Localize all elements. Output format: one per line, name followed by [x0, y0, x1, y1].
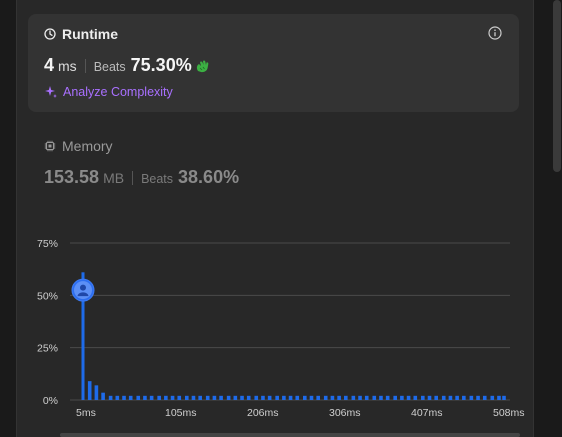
bar — [413, 395, 418, 400]
bar — [358, 395, 362, 400]
bar — [87, 381, 92, 400]
bar — [288, 395, 293, 400]
bar — [302, 395, 307, 400]
bar — [406, 395, 411, 400]
bar — [309, 395, 314, 400]
bar — [497, 395, 501, 400]
bar — [212, 395, 217, 400]
bar — [136, 395, 141, 400]
bar — [128, 395, 133, 400]
bar — [427, 395, 432, 400]
bar — [372, 395, 377, 400]
bar — [462, 395, 466, 400]
bar — [469, 395, 474, 400]
x-tick-label: 407ms — [411, 407, 443, 419]
bar — [421, 395, 425, 400]
bar — [226, 395, 231, 400]
horizontal-scrollbar[interactable] — [60, 433, 520, 437]
bar — [275, 395, 279, 400]
bar — [490, 395, 495, 400]
bar — [344, 395, 348, 400]
bar — [177, 395, 182, 400]
bar — [101, 392, 105, 400]
y-tick-label: 0% — [43, 395, 58, 407]
bar — [198, 395, 202, 400]
bar — [108, 395, 113, 400]
bar — [191, 395, 196, 400]
y-tick-label: 50% — [37, 290, 58, 302]
bar — [502, 395, 506, 400]
bar — [240, 395, 244, 400]
bar — [164, 395, 168, 400]
bar — [115, 395, 120, 400]
bar — [267, 395, 272, 400]
bar — [400, 395, 404, 400]
bar — [94, 385, 99, 400]
bar — [364, 395, 369, 400]
bar — [351, 395, 356, 400]
bar — [282, 395, 286, 400]
bar — [455, 395, 459, 400]
bar — [246, 395, 251, 400]
bar — [184, 395, 189, 400]
bar — [316, 395, 320, 400]
bar — [448, 395, 453, 400]
bar — [441, 395, 446, 400]
avatar-icon — [80, 284, 86, 291]
bar — [170, 395, 175, 400]
bar — [434, 395, 439, 400]
runtime-distribution-chart[interactable]: 0% 25% 50% 75% 5ms 105ms 206ms 306ms 407ms 508ms — [0, 0, 562, 437]
x-tick-label: 306ms — [329, 407, 361, 419]
bar — [330, 395, 335, 400]
y-tick-label: 25% — [37, 343, 58, 355]
bar — [122, 395, 126, 400]
bar — [385, 395, 390, 400]
bar — [482, 395, 487, 400]
bar — [254, 395, 259, 400]
x-tick-label: 206ms — [247, 407, 279, 419]
bar — [149, 395, 154, 400]
x-tick-label: 508ms — [493, 407, 525, 419]
bar — [205, 395, 210, 400]
bar — [323, 395, 328, 400]
bar — [233, 395, 238, 400]
bar — [476, 395, 480, 400]
bar — [379, 395, 383, 400]
bar — [261, 395, 265, 400]
bar — [337, 395, 341, 400]
bar — [393, 395, 397, 400]
y-tick-label: 75% — [37, 238, 58, 250]
bar — [295, 395, 300, 400]
x-tick-label: 105ms — [165, 407, 197, 419]
x-tick-label: 5ms — [76, 407, 96, 419]
bar — [143, 395, 147, 400]
bar — [157, 395, 161, 400]
bar — [219, 395, 223, 400]
